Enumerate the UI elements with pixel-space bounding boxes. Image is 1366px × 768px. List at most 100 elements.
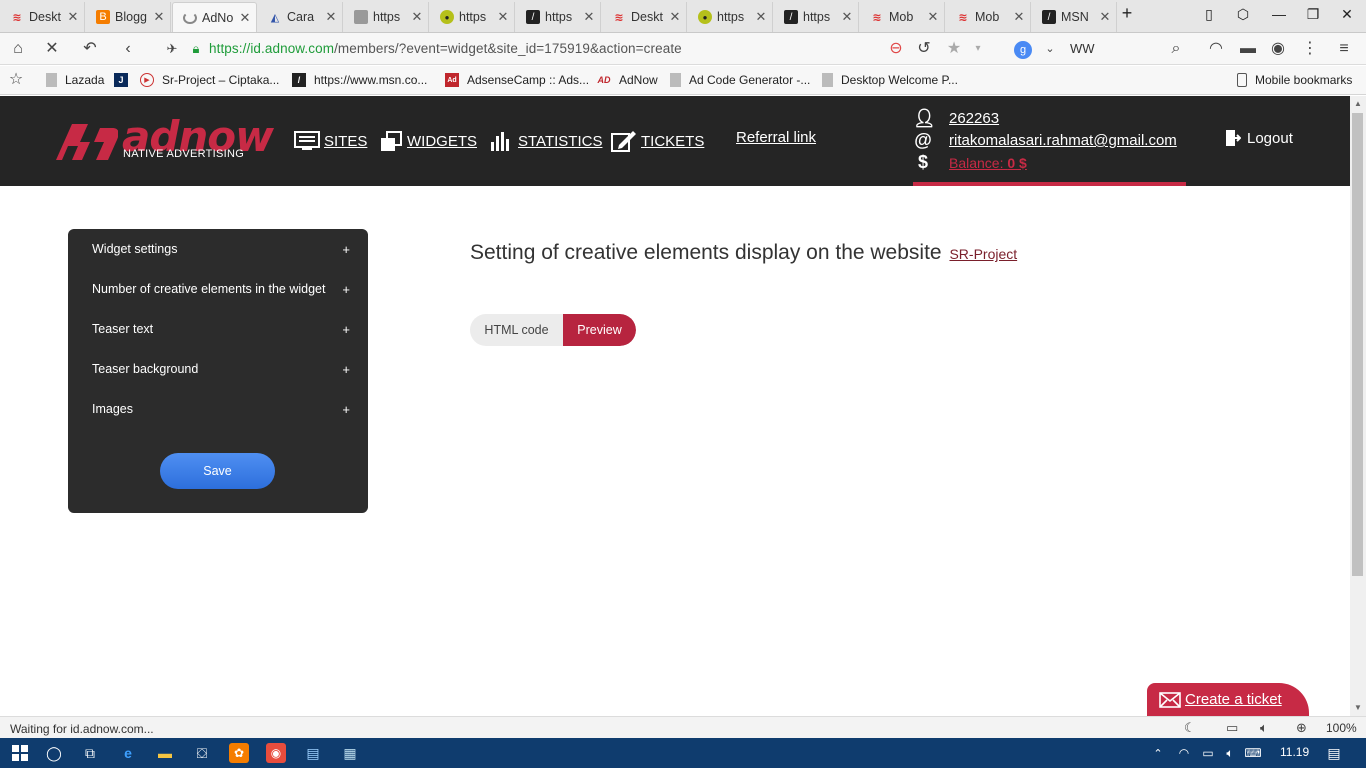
more-menu-icon[interactable]: ⋮ xyxy=(1300,40,1320,58)
adblock-icon[interactable]: ⊖ xyxy=(886,40,906,58)
close-icon[interactable]: ✕ xyxy=(324,9,338,25)
incognito-icon[interactable]: ▬ xyxy=(1238,40,1258,58)
panel-item-teaser-text[interactable]: Teaser text + xyxy=(92,322,350,337)
chevron-up-icon[interactable]: ⌃ xyxy=(1148,743,1168,763)
user-email[interactable]: ritakomalasari.rahmat@gmail.com xyxy=(949,132,1177,149)
battery-icon[interactable]: ▭ xyxy=(1198,743,1218,763)
night-mode-icon[interactable]: ☾ xyxy=(1184,720,1196,736)
wifi-icon[interactable]: ◠ xyxy=(1206,40,1226,58)
adnow-logo[interactable]: adnow NATIVE ADVERTISING xyxy=(54,112,274,166)
browser-tab[interactable]: https ✕ xyxy=(344,2,429,32)
bookmark-item[interactable]: J xyxy=(114,73,136,87)
undo-icon[interactable]: ↶ xyxy=(80,40,100,58)
close-icon[interactable]: ✕ xyxy=(1012,9,1026,25)
close-icon[interactable]: ✕ xyxy=(926,9,940,25)
history-icon[interactable]: ↺ xyxy=(914,40,934,58)
browser-tab[interactable]: ◭ Cara ✕ xyxy=(258,2,343,32)
browser-tab[interactable]: / https ✕ xyxy=(516,2,601,32)
panel-item-teaser-background[interactable]: Teaser background + xyxy=(92,362,350,377)
bookmark-item[interactable]: Lazada xyxy=(46,73,104,87)
close-icon[interactable]: ✕ xyxy=(66,9,80,25)
close-icon[interactable]: ✕ xyxy=(754,9,768,25)
site-link[interactable]: SR-Project xyxy=(949,246,1017,262)
panel-item-images[interactable]: Images + xyxy=(92,402,350,417)
user-id[interactable]: 262263 xyxy=(949,110,999,127)
volume-icon[interactable]: 🔈︎ xyxy=(1260,720,1268,736)
nav-statistics[interactable]: STATISTICS xyxy=(490,130,602,152)
tab-list-icon[interactable]: ▯ xyxy=(1194,6,1224,23)
star-icon[interactable]: ☆ xyxy=(6,71,26,89)
bookmark-item[interactable]: Ad AdsenseCamp :: Ads... xyxy=(445,73,589,87)
panel-item-widget-settings[interactable]: Widget settings + xyxy=(92,242,350,257)
browser-tab[interactable]: ● https ✕ xyxy=(430,2,515,32)
speed-dial-icon[interactable]: ◉ xyxy=(1268,40,1288,58)
chevron-down-icon[interactable]: ⌄ xyxy=(1040,40,1060,58)
panel-item-number-elements[interactable]: Number of creative elements in the widge… xyxy=(92,282,350,297)
logout-button[interactable]: Logout xyxy=(1225,129,1293,147)
nav-widgets[interactable]: WIDGETS xyxy=(379,130,477,152)
notepad-icon[interactable]: ▤ xyxy=(303,743,323,763)
url-field[interactable]: https://id.adnow.com/members/?event=widg… xyxy=(209,41,682,56)
uc-browser-icon[interactable]: ✿ xyxy=(229,743,249,763)
file-explorer-icon[interactable]: ▬ xyxy=(155,743,175,763)
close-icon[interactable]: ✕ xyxy=(152,9,166,25)
bookmark-item[interactable]: ▶ Sr-Project – Ciptaka... xyxy=(140,73,279,87)
referral-link[interactable]: Referral link xyxy=(736,129,816,146)
clock[interactable]: 11.19 xyxy=(1280,745,1309,759)
keyboard-icon[interactable]: ⌨ xyxy=(1243,743,1263,763)
close-icon[interactable]: ✕ xyxy=(1098,9,1112,25)
zoom-icon[interactable]: ⊕ xyxy=(1296,720,1307,736)
browser-tab-active[interactable]: AdNo ✕ xyxy=(172,2,257,32)
windows-start-icon[interactable] xyxy=(10,743,30,763)
scroll-down-icon[interactable]: ▼ xyxy=(1352,703,1364,712)
nav-tickets[interactable]: TICKETS xyxy=(611,130,704,152)
bookmark-item[interactable]: Ad Code Generator -... xyxy=(670,73,810,87)
scroll-up-icon[interactable]: ▲ xyxy=(1352,99,1364,108)
create-ticket-button[interactable]: Create a ticket xyxy=(1147,683,1309,716)
browser-tab[interactable]: ● https ✕ xyxy=(688,2,773,32)
close-icon[interactable]: ✕ xyxy=(496,9,510,25)
screenshot-icon[interactable]: ▭ xyxy=(1226,720,1238,736)
search-engine-icon[interactable]: g xyxy=(1014,41,1032,59)
save-button[interactable]: Save xyxy=(160,453,275,489)
close-icon[interactable]: ✕ xyxy=(410,9,424,25)
close-icon[interactable]: ✕ xyxy=(840,9,854,25)
maximize-icon[interactable]: ❐ xyxy=(1298,6,1328,23)
browser-tab[interactable]: ≋ Mob ✕ xyxy=(860,2,945,32)
hamburger-menu-icon[interactable]: ≡ xyxy=(1334,40,1354,58)
extension-icon[interactable]: ⬡ xyxy=(1228,6,1258,23)
close-icon[interactable]: ✕ xyxy=(582,9,596,25)
browser-tab[interactable]: / https ✕ xyxy=(774,2,859,32)
browser-tab[interactable]: ≋ Deskt ✕ xyxy=(0,2,85,32)
tab-html-code[interactable]: HTML code xyxy=(470,314,563,346)
zoom-level[interactable]: 100% xyxy=(1326,721,1357,735)
action-center-icon[interactable]: ▤ xyxy=(1324,743,1344,763)
search-icon[interactable]: ⌕ xyxy=(1166,40,1186,58)
bookmark-item[interactable]: Desktop Welcome P... xyxy=(822,73,958,87)
browser-tab[interactable]: / MSN ✕ xyxy=(1032,2,1117,32)
rocket-icon[interactable]: ✈ xyxy=(162,40,182,58)
tab-preview[interactable]: Preview xyxy=(563,314,636,346)
balance-link[interactable]: Balance: 0 $ xyxy=(949,155,1027,171)
nav-sites[interactable]: SITES xyxy=(294,130,367,152)
chevron-down-icon[interactable]: ▾ xyxy=(968,40,988,58)
new-tab-button[interactable]: + xyxy=(1112,3,1142,24)
mobile-bookmarks[interactable]: Mobile bookmarks xyxy=(1237,73,1352,87)
network-icon[interactable]: ◠ xyxy=(1174,743,1194,763)
browser-tab[interactable]: B Blogg ✕ xyxy=(86,2,171,32)
search-input[interactable]: WW xyxy=(1070,41,1095,56)
bookmark-item[interactable]: / https://www.msn.co... xyxy=(292,73,427,87)
store-icon[interactable]: ⛋ xyxy=(192,743,212,763)
star-icon[interactable]: ★ xyxy=(944,40,964,58)
search-icon[interactable]: ◯ xyxy=(44,743,64,763)
app-icon[interactable]: ◉ xyxy=(266,743,286,763)
task-view-icon[interactable]: ⧉ xyxy=(80,743,100,763)
edge-icon[interactable]: e xyxy=(118,743,138,763)
calculator-icon[interactable]: ▦ xyxy=(340,743,360,763)
back-icon[interactable]: ‹ xyxy=(118,40,138,58)
volume-icon[interactable]: 🔈︎ xyxy=(1220,743,1240,763)
home-icon[interactable]: ⌂ xyxy=(8,40,28,58)
browser-tab[interactable]: ≋ Mob ✕ xyxy=(946,2,1031,32)
browser-tab[interactable]: ≋ Deskt ✕ xyxy=(602,2,687,32)
minimize-icon[interactable]: — xyxy=(1264,6,1294,22)
